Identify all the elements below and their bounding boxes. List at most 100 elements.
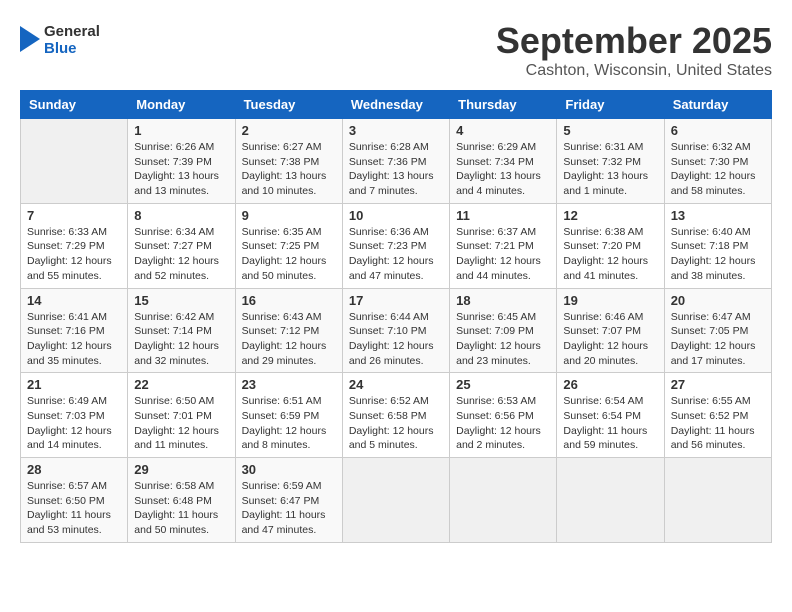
day-info: Sunrise: 6:51 AM Sunset: 6:59 PM Dayligh… [242,394,336,453]
calendar-cell: 6 Sunrise: 6:32 AM Sunset: 7:30 PM Daylig… [664,119,771,204]
day-number: 2 [242,123,336,138]
calendar-cell [664,458,771,543]
calendar-cell: 9 Sunrise: 6:35 AM Sunset: 7:25 PM Daylig… [235,203,342,288]
calendar-cell: 24 Sunrise: 6:52 AM Sunset: 6:58 PM Dayli… [342,373,449,458]
calendar-cell: 23 Sunrise: 6:51 AM Sunset: 6:59 PM Dayli… [235,373,342,458]
day-number: 25 [456,377,550,392]
day-info: Sunrise: 6:36 AM Sunset: 7:23 PM Dayligh… [349,225,443,284]
calendar-cell: 2 Sunrise: 6:27 AM Sunset: 7:38 PM Daylig… [235,119,342,204]
calendar-cell: 28Sunrise: 6:57 AM Sunset: 6:50 PM Dayli… [21,458,128,543]
day-info: Sunrise: 6:34 AM Sunset: 7:27 PM Dayligh… [134,225,228,284]
day-info: Sunrise: 6:46 AM Sunset: 7:07 PM Dayligh… [563,310,657,369]
day-info: Sunrise: 6:28 AM Sunset: 7:36 PM Dayligh… [349,140,443,199]
day-number: 5 [563,123,657,138]
calendar-cell: 20Sunrise: 6:47 AM Sunset: 7:05 PM Dayli… [664,288,771,373]
header-monday: Monday [128,91,235,119]
title-area: September 2025 Cashton, Wisconsin, Unite… [496,20,772,80]
day-number: 14 [27,293,121,308]
calendar-cell: 27 Sunrise: 6:55 AM Sunset: 6:52 PM Dayli… [664,373,771,458]
logo: General Blue General Blue [20,20,100,57]
calendar-cell [21,119,128,204]
day-number: 6 [671,123,765,138]
day-number: 29 [134,462,228,477]
day-number: 17 [349,293,443,308]
day-info: Sunrise: 6:29 AM Sunset: 7:34 PM Dayligh… [456,140,550,199]
calendar-cell [342,458,449,543]
calendar-cell: 22 Sunrise: 6:50 AM Sunset: 7:01 PM Dayli… [128,373,235,458]
calendar-table: SundayMondayTuesdayWednesdayThursdayFrid… [20,90,772,543]
day-number: 19 [563,293,657,308]
calendar-cell [557,458,664,543]
header-sunday: Sunday [21,91,128,119]
calendar-cell: 3Sunrise: 6:28 AM Sunset: 7:36 PM Daylig… [342,119,449,204]
day-number: 12 [563,208,657,223]
day-info: Sunrise: 6:35 AM Sunset: 7:25 PM Dayligh… [242,225,336,284]
calendar-cell [450,458,557,543]
day-info: Sunrise: 6:49 AM Sunset: 7:03 PM Dayligh… [27,394,121,453]
calendar-cell: 25 Sunrise: 6:53 AM Sunset: 6:56 PM Dayli… [450,373,557,458]
calendar-cell: 12 Sunrise: 6:38 AM Sunset: 7:20 PM Dayli… [557,203,664,288]
header-row: SundayMondayTuesdayWednesdayThursdayFrid… [21,91,772,119]
calendar-cell: 21 Sunrise: 6:49 AM Sunset: 7:03 PM Dayli… [21,373,128,458]
day-info: Sunrise: 6:43 AM Sunset: 7:12 PM Dayligh… [242,310,336,369]
calendar-cell: 30Sunrise: 6:59 AM Sunset: 6:47 PM Dayli… [235,458,342,543]
day-number: 21 [27,377,121,392]
day-number: 16 [242,293,336,308]
logo-line2: Blue [44,41,100,58]
day-number: 28 [27,462,121,477]
day-info: Sunrise: 6:31 AM Sunset: 7:32 PM Dayligh… [563,140,657,199]
header-thursday: Thursday [450,91,557,119]
calendar-cell: 14Sunrise: 6:41 AM Sunset: 7:16 PM Dayli… [21,288,128,373]
day-number: 11 [456,208,550,223]
calendar-cell: 26Sunrise: 6:54 AM Sunset: 6:54 PM Dayli… [557,373,664,458]
calendar-cell: 15 Sunrise: 6:42 AM Sunset: 7:14 PM Dayli… [128,288,235,373]
calendar-cell: 10 Sunrise: 6:36 AM Sunset: 7:23 PM Dayli… [342,203,449,288]
day-number: 22 [134,377,228,392]
day-info: Sunrise: 6:52 AM Sunset: 6:58 PM Dayligh… [349,394,443,453]
day-info: Sunrise: 6:42 AM Sunset: 7:14 PM Dayligh… [134,310,228,369]
day-number: 18 [456,293,550,308]
day-number: 1 [134,123,228,138]
day-info: Sunrise: 6:32 AM Sunset: 7:30 PM Dayligh… [671,140,765,199]
calendar-cell: 29 Sunrise: 6:58 AM Sunset: 6:48 PM Dayli… [128,458,235,543]
logo-line1: General [44,24,100,41]
calendar-cell: 5 Sunrise: 6:31 AM Sunset: 7:32 PM Daylig… [557,119,664,204]
calendar-cell: 11Sunrise: 6:37 AM Sunset: 7:21 PM Dayli… [450,203,557,288]
header-tuesday: Tuesday [235,91,342,119]
day-number: 27 [671,377,765,392]
day-info: Sunrise: 6:55 AM Sunset: 6:52 PM Dayligh… [671,394,765,453]
day-number: 7 [27,208,121,223]
calendar-cell: 18 Sunrise: 6:45 AM Sunset: 7:09 PM Dayli… [450,288,557,373]
day-info: Sunrise: 6:27 AM Sunset: 7:38 PM Dayligh… [242,140,336,199]
week-row-3: 14Sunrise: 6:41 AM Sunset: 7:16 PM Dayli… [21,288,772,373]
day-info: Sunrise: 6:38 AM Sunset: 7:20 PM Dayligh… [563,225,657,284]
day-info: Sunrise: 6:26 AM Sunset: 7:39 PM Dayligh… [134,140,228,199]
header-friday: Friday [557,91,664,119]
calendar-cell: 17Sunrise: 6:44 AM Sunset: 7:10 PM Dayli… [342,288,449,373]
day-info: Sunrise: 6:53 AM Sunset: 6:56 PM Dayligh… [456,394,550,453]
month-title: September 2025 [496,20,772,62]
header: General Blue General Blue September 2025… [20,20,772,80]
day-info: Sunrise: 6:40 AM Sunset: 7:18 PM Dayligh… [671,225,765,284]
day-number: 30 [242,462,336,477]
day-number: 8 [134,208,228,223]
day-number: 9 [242,208,336,223]
header-wednesday: Wednesday [342,91,449,119]
calendar-cell: 8 Sunrise: 6:34 AM Sunset: 7:27 PM Daylig… [128,203,235,288]
day-info: Sunrise: 6:45 AM Sunset: 7:09 PM Dayligh… [456,310,550,369]
day-info: Sunrise: 6:50 AM Sunset: 7:01 PM Dayligh… [134,394,228,453]
day-number: 4 [456,123,550,138]
day-number: 23 [242,377,336,392]
day-info: Sunrise: 6:33 AM Sunset: 7:29 PM Dayligh… [27,225,121,284]
calendar-cell: 1 Sunrise: 6:26 AM Sunset: 7:39 PM Daylig… [128,119,235,204]
calendar-cell: 4 Sunrise: 6:29 AM Sunset: 7:34 PM Daylig… [450,119,557,204]
week-row-1: 1 Sunrise: 6:26 AM Sunset: 7:39 PM Daylig… [21,119,772,204]
day-info: Sunrise: 6:58 AM Sunset: 6:48 PM Dayligh… [134,479,228,538]
week-row-2: 7 Sunrise: 6:33 AM Sunset: 7:29 PM Daylig… [21,203,772,288]
week-row-4: 21 Sunrise: 6:49 AM Sunset: 7:03 PM Dayli… [21,373,772,458]
day-number: 24 [349,377,443,392]
day-number: 10 [349,208,443,223]
calendar-cell: 16 Sunrise: 6:43 AM Sunset: 7:12 PM Dayli… [235,288,342,373]
day-number: 15 [134,293,228,308]
logo-arrow-icon [20,21,40,57]
